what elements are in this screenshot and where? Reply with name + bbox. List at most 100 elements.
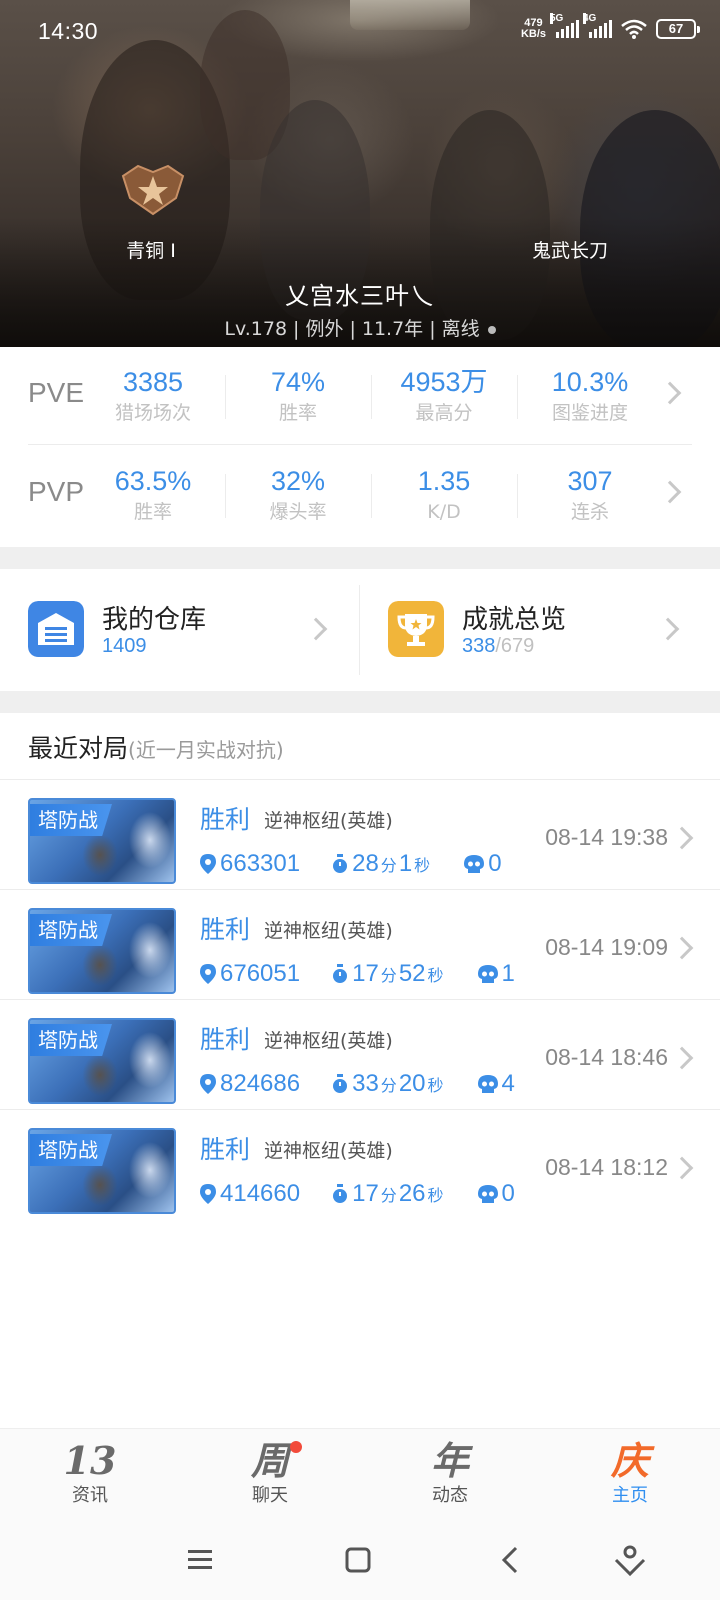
- match-stats: 663301 28 分 1 秒 0: [200, 850, 534, 878]
- nav-tab-home[interactable]: 庆 主页: [570, 1439, 690, 1519]
- duration-sec-unit: 秒: [414, 858, 431, 875]
- recent-matches-header: 最近对局(近一月实战对抗): [28, 729, 284, 765]
- stat-value: 32%: [270, 466, 326, 496]
- match-map: 逆神枢纽(英雄): [264, 810, 393, 832]
- status-time: 14:30: [38, 18, 99, 44]
- recent-matches: 最近对局(近一月实战对抗) 塔防战 胜利 逆神枢纽(英雄) 08-14 19:3…: [0, 713, 720, 1413]
- location-pin-icon: [200, 1184, 216, 1204]
- stat-value: 10.3%: [551, 367, 629, 397]
- match-mode-tag: 塔防战: [30, 804, 112, 836]
- match-score-value: 824686: [220, 1070, 301, 1097]
- match-row[interactable]: 塔防战 胜利 逆神枢纽(英雄) 08-14 18:46 824686 33 分 20…: [0, 1000, 720, 1110]
- achievements-title: 成就总览: [462, 605, 567, 635]
- signal-5g-label: 5G: [550, 13, 564, 24]
- chevron-right-icon: [670, 936, 694, 960]
- achievements-link[interactable]: 成就总览 338/679: [360, 569, 720, 691]
- match-mode-tag: 塔防战: [30, 914, 112, 946]
- warehouse-title: 我的仓库: [102, 605, 207, 635]
- duration-seconds: 52: [398, 960, 426, 987]
- pve-stats-row[interactable]: PVE 3385 猎场场次 74% 胜率 4953万 最高分 10.3% 图鉴进…: [28, 347, 692, 445]
- pve-label: PVE: [28, 377, 85, 408]
- match-thumbnail: 塔防战: [28, 908, 176, 994]
- stat-label: 爆头率: [269, 501, 327, 523]
- stat-label: 连杀: [570, 501, 609, 523]
- timer-icon: [333, 854, 348, 873]
- stat-label: 胜率: [133, 501, 172, 523]
- pvp-stats-row[interactable]: PVP 63.5% 胜率 32% 爆头率 1.35 K/D 307 连杀: [28, 446, 692, 544]
- network-speed: 479 KB/s: [521, 18, 546, 40]
- nav-tab-feed[interactable]: 年 动态: [390, 1439, 510, 1519]
- home-button-icon[interactable]: [338, 1540, 378, 1580]
- stat-value: 1.35: [417, 466, 471, 496]
- unread-badge: [290, 1441, 302, 1453]
- pvp-stat-headshot: 32% 爆头率: [225, 464, 371, 528]
- nav-tab-label: 聊天: [252, 1485, 288, 1506]
- feed-tab-icon: 年: [430, 1438, 469, 1483]
- match-stats: 676051 17 分 52 秒 1: [200, 960, 547, 988]
- match-map: 逆神枢纽(英雄): [264, 1030, 393, 1052]
- back-icon[interactable]: [492, 1540, 532, 1580]
- match-thumbnail: 塔防战: [28, 1128, 176, 1214]
- signal-4g-label: 4G: [583, 13, 597, 24]
- match-stats: 824686 33 分 20 秒 4: [200, 1070, 547, 1098]
- warehouse-link[interactable]: 我的仓库 1409: [0, 569, 360, 691]
- stat-value: 3385: [122, 367, 184, 397]
- match-deaths: 4: [477, 1070, 515, 1098]
- match-result: 胜利: [200, 1025, 251, 1054]
- player-name: 乂宫水三叶乀: [285, 282, 435, 310]
- nav-tab-news[interactable]: 13 资讯: [30, 1439, 150, 1519]
- duration-min-unit: 分: [380, 968, 397, 985]
- stat-label: 猎场场次: [114, 402, 191, 424]
- match-row[interactable]: 塔防战 胜利 逆神枢纽(英雄) 08-14 19:09 676051 17 分 52…: [0, 890, 720, 1000]
- rank-badge-icon[interactable]: [118, 158, 188, 218]
- match-row[interactable]: 塔防战 胜利 逆神枢纽(英雄) 08-14 18:12 414660 17 分 26…: [0, 1110, 720, 1220]
- match-duration: 33 分 20 秒: [332, 1070, 445, 1098]
- player-level: Lv.178: [224, 318, 288, 340]
- player-meta: Lv.178 | 例外 | 11.7年 | 离线: [0, 314, 720, 341]
- player-years: 11.7年: [361, 318, 424, 340]
- pve-stat-hunts: 3385 猎场场次: [80, 365, 226, 429]
- duration-minutes: 17: [352, 1180, 379, 1207]
- match-duration: 17 分 26 秒: [332, 1180, 445, 1208]
- duration-seconds: 1: [398, 850, 413, 877]
- match-thumbnail: 塔防战: [28, 1018, 176, 1104]
- match-deaths-value: 4: [501, 1070, 515, 1097]
- duration-sec-unit: 秒: [427, 1078, 444, 1095]
- signal-5g-icon: 5G: [550, 13, 579, 38]
- duration-sec-unit: 秒: [427, 968, 444, 985]
- stat-label: 最高分: [415, 402, 473, 424]
- nav-tab-chat[interactable]: 周 聊天: [210, 1439, 330, 1519]
- quick-links: 我的仓库 1409 成就总览 338/679: [0, 569, 720, 691]
- location-pin-icon: [200, 964, 216, 984]
- match-score-value: 663301: [220, 850, 301, 877]
- skull-icon: [464, 855, 485, 873]
- match-score: 824686: [200, 1070, 300, 1098]
- assistant-icon[interactable]: [610, 1540, 650, 1580]
- menu-icon[interactable]: [180, 1540, 220, 1580]
- match-row[interactable]: 塔防战 胜利 逆神枢纽(英雄) 08-14 19:38 663301 28 分 1 秒…: [0, 780, 720, 890]
- nav-tab-label: 资讯: [72, 1485, 108, 1506]
- stat-value: 63.5%: [114, 466, 192, 496]
- match-score: 414660: [200, 1180, 300, 1208]
- achievements-done: 338: [462, 635, 496, 657]
- timer-icon: [333, 964, 348, 983]
- match-stats: 414660 17 分 26 秒 0: [200, 1180, 547, 1208]
- weapon-label[interactable]: 鬼武长刀: [500, 236, 640, 263]
- duration-min-unit: 分: [380, 1188, 397, 1205]
- match-deaths: 0: [464, 850, 502, 878]
- duration-minutes: 17: [352, 960, 379, 987]
- chevron-right-icon: [670, 1046, 694, 1070]
- match-duration: 28 分 1 秒: [332, 850, 432, 878]
- match-deaths-value: 0: [501, 1180, 515, 1207]
- duration-seconds: 20: [398, 1070, 426, 1097]
- skull-icon: [477, 1075, 498, 1093]
- pvp-stat-winrate: 63.5% 胜率: [80, 464, 226, 528]
- match-time: 08-14 19:38: [545, 824, 668, 850]
- duration-min-unit: 分: [380, 858, 397, 875]
- nav-tab-label: 主页: [612, 1485, 648, 1506]
- pve-stat-highscore: 4953万 最高分: [371, 365, 517, 429]
- section-gap: [0, 547, 720, 569]
- battery-icon: 67: [656, 19, 700, 39]
- pvp-label: PVP: [28, 476, 85, 507]
- warehouse-icon: [28, 601, 84, 657]
